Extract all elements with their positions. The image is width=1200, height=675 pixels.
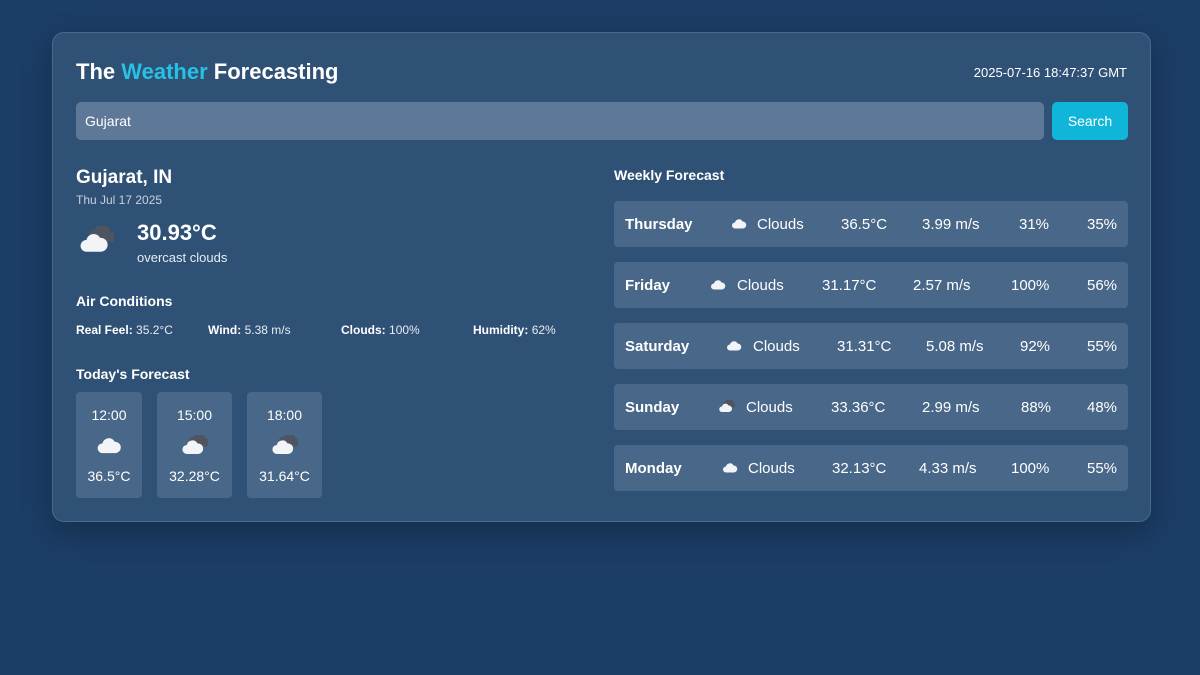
day-humidity: 56% [1087, 277, 1118, 294]
hour-time: 18:00 [266, 407, 303, 423]
city-name: Gujarat, IN [76, 167, 173, 188]
hourly-forecast-card: 12:00 36.5°C [76, 392, 142, 498]
hourly-forecast-card: 15:00 32.28°C [157, 392, 232, 498]
day-clouds: 100% [1011, 460, 1050, 477]
current-datetime: 2025-07-16 18:47:37 GMT [973, 65, 1127, 80]
day-condition: Clouds [737, 277, 784, 294]
hour-time: 12:00 [91, 407, 127, 423]
day-wind: 3.99 m/s [922, 216, 980, 233]
day-name: Friday [625, 277, 671, 294]
air-label: Clouds: [341, 323, 386, 337]
todays-forecast-heading: Today's Forecast [76, 366, 190, 382]
current-date: Thu Jul 17 2025 [76, 193, 163, 207]
cloud-icon [726, 339, 742, 352]
cloud-icon [96, 435, 122, 455]
day-wind: 5.08 m/s [926, 338, 984, 355]
weekly-forecast-row: Friday Clouds 31.17°C 2.57 m/s 100% 56% [614, 262, 1128, 308]
day-temperature: 31.17°C [822, 277, 877, 294]
day-temperature: 36.5°C [841, 216, 888, 233]
hour-temperature: 36.5°C [87, 468, 131, 484]
search-button[interactable]: Search [1052, 102, 1128, 140]
hour-temperature: 31.64°C [259, 468, 310, 484]
cloud-icon [722, 461, 738, 474]
day-clouds: 31% [1019, 216, 1050, 233]
weekly-forecast-row: Thursday Clouds 36.5°C 3.99 m/s 31% 35% [614, 201, 1128, 247]
air-humidity: Humidity: 62% [473, 323, 556, 337]
day-temperature: 31.31°C [837, 338, 892, 355]
air-clouds: Clouds: 100% [341, 323, 420, 337]
broken-clouds-icon [182, 435, 208, 455]
air-label: Real Feel: [76, 323, 133, 337]
air-value: 100% [389, 323, 420, 337]
day-condition: Clouds [746, 399, 793, 416]
air-value: 5.38 m/s [244, 323, 291, 337]
app-title: The Weather Forecasting [76, 59, 338, 85]
day-clouds: 92% [1020, 338, 1051, 355]
title-accent: Weather [121, 59, 208, 84]
hourly-forecast-card: 18:00 31.64°C [247, 392, 322, 498]
cloud-icon [710, 278, 726, 291]
broken-clouds-icon [272, 435, 298, 455]
weekly-forecast-row: Sunday Clouds 33.36°C 2.99 m/s 88% 48% [614, 384, 1128, 430]
title-part2: Forecasting [213, 59, 339, 84]
cloud-icon [731, 217, 747, 230]
current-temperature: 30.93°C [137, 220, 217, 245]
day-wind: 2.57 m/s [913, 277, 971, 294]
weather-card: The Weather Forecasting 2025-07-16 18:47… [52, 32, 1151, 522]
broken-clouds-icon [719, 400, 735, 413]
hour-time: 15:00 [176, 407, 213, 423]
day-wind: 4.33 m/s [919, 460, 977, 477]
air-wind: Wind: 5.38 m/s [208, 323, 291, 337]
day-humidity: 35% [1087, 216, 1118, 233]
air-label: Wind: [208, 323, 242, 337]
air-value: 62% [531, 323, 556, 337]
weekly-forecast-row: Monday Clouds 32.13°C 4.33 m/s 100% 55% [614, 445, 1128, 491]
day-name: Monday [625, 460, 682, 477]
day-condition: Clouds [757, 216, 804, 233]
day-temperature: 33.36°C [831, 399, 886, 416]
air-value: 35.2°C [136, 323, 173, 337]
day-name: Thursday [625, 216, 693, 233]
day-temperature: 32.13°C [832, 460, 887, 477]
day-humidity: 55% [1087, 338, 1118, 355]
day-clouds: 88% [1021, 399, 1052, 416]
day-humidity: 48% [1087, 399, 1118, 416]
search-input[interactable] [76, 102, 1044, 140]
title-part1: The [76, 59, 116, 84]
day-name: Saturday [625, 338, 690, 355]
weekly-forecast-heading: Weekly Forecast [614, 167, 725, 183]
day-wind: 2.99 m/s [922, 399, 980, 416]
day-humidity: 55% [1087, 460, 1118, 477]
broken-clouds-icon [80, 226, 114, 254]
day-clouds: 100% [1011, 277, 1050, 294]
hour-temperature: 32.28°C [169, 468, 220, 484]
weather-description: overcast clouds [137, 250, 228, 265]
air-label: Humidity: [473, 323, 529, 337]
day-condition: Clouds [753, 338, 800, 355]
day-condition: Clouds [748, 460, 795, 477]
day-name: Sunday [625, 399, 680, 416]
air-conditions-heading: Air Conditions [76, 293, 173, 309]
weekly-forecast-row: Saturday Clouds 31.31°C 5.08 m/s 92% 55% [614, 323, 1128, 369]
air-real-feel: Real Feel: 35.2°C [76, 323, 173, 337]
